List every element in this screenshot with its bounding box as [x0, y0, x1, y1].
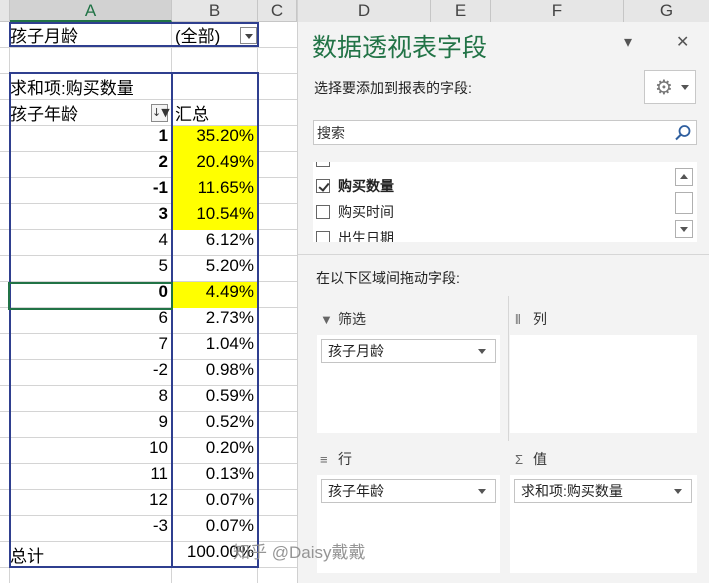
- filter-field-pill[interactable]: 孩子月龄: [321, 339, 496, 363]
- values-area-drop-zone[interactable]: 求和项:购买数量: [510, 475, 697, 573]
- drag-fields-label: 在以下区域间拖动字段:: [316, 270, 460, 286]
- rows-area-header: ≡ 行: [320, 446, 352, 472]
- field-label: 购买数量: [338, 178, 394, 194]
- divider: [508, 296, 509, 441]
- column-header-g[interactable]: G: [624, 0, 709, 22]
- field-item-birth-date[interactable]: 出生日期: [313, 226, 668, 242]
- columns-area-header: ⦀ 列: [515, 306, 547, 332]
- column-header-b[interactable]: B: [172, 0, 258, 22]
- scroll-thumb[interactable]: [675, 192, 693, 214]
- settings-button[interactable]: ⚙: [644, 70, 696, 104]
- checkbox[interactable]: [316, 231, 330, 242]
- filter-area-title: 筛选: [338, 311, 366, 327]
- field-item-purchase-time[interactable]: 购买时间: [313, 200, 668, 224]
- columns-icon: ⦀: [515, 312, 521, 327]
- search-box[interactable]: [313, 120, 697, 145]
- select-all-corner[interactable]: [0, 0, 10, 22]
- columns-area-title: 列: [533, 311, 547, 327]
- field-list-scrollbar[interactable]: [675, 168, 693, 240]
- gear-icon: ⚙: [655, 75, 673, 99]
- pane-subtitle: 选择要添加到报表的字段:: [314, 80, 472, 96]
- checkbox[interactable]: [316, 162, 330, 167]
- column-header-d[interactable]: D: [298, 0, 431, 22]
- columns-area-drop-zone[interactable]: [510, 335, 697, 433]
- column-header-f[interactable]: F: [491, 0, 624, 22]
- row-field-pill[interactable]: 孩子年龄: [321, 479, 496, 503]
- field-item-partial[interactable]: [313, 162, 668, 172]
- value-field-pill[interactable]: 求和项:购买数量: [514, 479, 692, 503]
- column-header-a[interactable]: A: [10, 0, 172, 22]
- search-icon[interactable]: [674, 124, 692, 142]
- chevron-down-icon: [681, 85, 689, 90]
- watermark: 知乎 @Daisy戴戴: [233, 543, 366, 562]
- pane-options-icon[interactable]: ▾: [624, 32, 632, 51]
- values-area-title: 值: [533, 451, 547, 467]
- scroll-up-button[interactable]: [675, 168, 693, 186]
- field-label: 购买时间: [338, 204, 394, 220]
- funnel-icon: ▼: [320, 312, 333, 327]
- divider: [298, 254, 709, 255]
- filter-area-drop-zone[interactable]: 孩子月龄: [317, 335, 500, 433]
- field-list[interactable]: 购买数量 购买时间 出生日期: [313, 162, 697, 242]
- pane-title: 数据透视表字段: [312, 34, 488, 62]
- scroll-down-button[interactable]: [675, 220, 693, 238]
- pivot-value-column-frame: [171, 72, 259, 568]
- active-cell-selection: [8, 282, 173, 310]
- field-item-purchase-qty[interactable]: 购买数量: [313, 174, 668, 198]
- column-header-e[interactable]: E: [431, 0, 491, 22]
- checkbox[interactable]: [316, 205, 330, 219]
- rows-area-title: 行: [338, 451, 352, 467]
- sigma-icon: Σ: [515, 452, 524, 467]
- rows-icon: ≡: [320, 452, 328, 467]
- column-header-c[interactable]: C: [258, 0, 297, 22]
- checkbox-checked[interactable]: [316, 179, 330, 193]
- filter-area-header: ▼ 筛选: [320, 306, 366, 332]
- search-input[interactable]: [314, 121, 654, 144]
- pivot-field-pane: D E F G 数据透视表字段 ▾ ✕ 选择要添加到报表的字段: ⚙ 购买数量 …: [297, 0, 709, 583]
- worksheet[interactable]: A B C 孩子月龄 (全部) 求和项:购买数量 孩子年龄 ↓▼ 汇总 1 35.…: [0, 0, 297, 583]
- close-icon[interactable]: ✕: [676, 32, 689, 51]
- filter-frame: [9, 22, 259, 47]
- values-area-header: Σ值: [515, 446, 547, 472]
- field-label: 出生日期: [338, 230, 394, 242]
